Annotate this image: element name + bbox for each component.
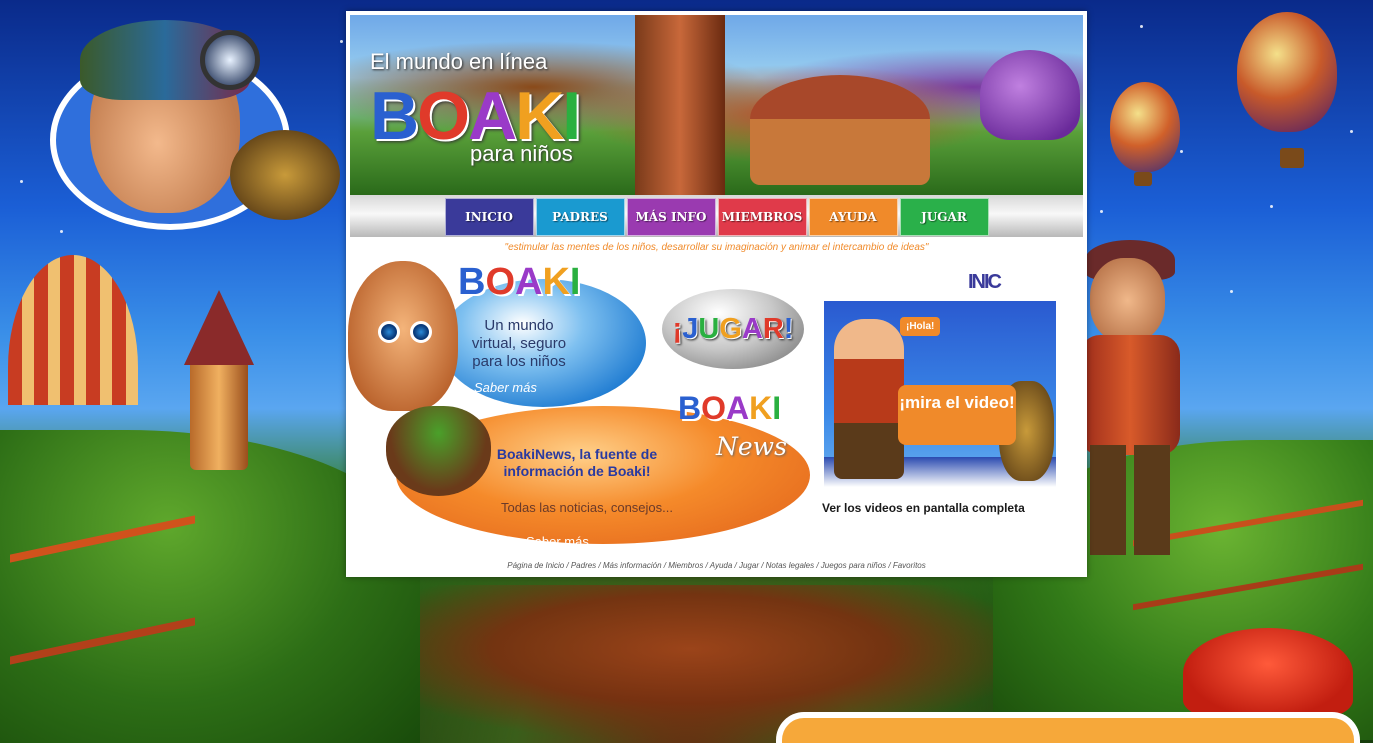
play-button[interactable]: ¡ J U G A R! [662,289,804,369]
fullscreen-videos-link[interactable]: Ver los videos en pantalla completa [822,501,1025,515]
play-letter: A [741,312,763,345]
virtual-world-card[interactable]: BOAKI Un mundo virtual, seguro para los … [348,261,648,411]
hot-air-balloon-large [1237,12,1337,132]
red-mushroom [1183,628,1353,718]
character-face [1090,258,1165,343]
hot-air-balloon-small [1110,82,1180,172]
tree-trunk [635,15,725,195]
inic-logo: INIC [968,271,1002,293]
banner-tagline: El mundo en línea [370,49,548,74]
balloon-basket [1134,172,1152,186]
play-letter: J [682,312,699,345]
character-portrait-top-left [50,20,340,230]
play-letter: U [698,312,720,345]
news-headline: BoakiNews, la fuente de información de B… [496,446,658,479]
virtual-world-description: Un mundo virtual, seguro para los niños [471,317,567,370]
treehouse-village [750,75,930,185]
nav-item-inicio[interactable]: INICIO [444,198,534,236]
character-body [1080,335,1180,455]
banner-subtitle: para niños [470,141,573,166]
play-letter: R [762,312,784,345]
floating-island [386,406,491,496]
news-subtext: Todas las noticias, consejos... [501,500,673,515]
play-letter: ¡ [672,312,683,345]
watch-video-button[interactable]: ¡mira el video! [898,385,1016,445]
boaki-logo-small: BOAKI [458,261,580,304]
saber-mas-link[interactable]: Saber más [474,380,537,395]
logo-letter-b: B [678,390,702,426]
mission-quote: "estimular las mentes de los niños, desa… [504,242,929,253]
video-thumbnail[interactable]: ¡Hola! ¡mira el video! [824,301,1056,487]
news-saber-mas-link[interactable]: Saber más... [526,534,600,549]
eye-icon [410,321,432,343]
main-navigation: INICIO PADRES MÁS INFO MIEMBROS AYUDA JU… [350,195,1083,237]
logo-letter-o: O [701,390,726,426]
orange-callout-box [776,712,1360,743]
castle-tower [184,290,254,470]
character-legs [1090,445,1170,555]
logo-letter-b: B [458,261,486,303]
nav-item-padres[interactable]: PADRES [535,198,625,236]
logo-letter-i: I [772,390,782,426]
logo-letter-k: K [542,261,570,303]
logo-letter-o: O [485,261,516,303]
boaki-news-card[interactable]: BOAKI News BoakiNews, la fuente de infor… [386,390,816,549]
balloon-basket [1280,148,1304,168]
striped-tent [8,255,138,405]
hola-badge: ¡Hola! [900,317,941,336]
nav-item-mas-info[interactable]: MÁS INFO [626,198,716,236]
video-character [834,319,904,479]
play-letter: G [719,312,742,345]
header-banner: El mundo en línea BOAKI para niños [350,15,1083,195]
boaki-news-logo: BOAKI [678,390,781,427]
logo-letter-b: B [370,78,419,154]
logo-letter-a: A [726,390,750,426]
logo-letter-o: O [417,78,470,154]
logo-letter-a: A [515,261,543,303]
nav-item-miembros[interactable]: MIEMBROS [717,198,807,236]
pet-creature [230,130,340,220]
footer-links[interactable]: Página de Inicio / Padres / Más informac… [346,561,1087,570]
logo-letter-k: K [749,390,773,426]
nav-item-jugar[interactable]: JUGAR [899,198,989,236]
news-word: News [716,432,787,461]
play-letter: ! [783,312,794,345]
logo-letter-i: I [569,261,581,303]
nav-item-ayuda[interactable]: AYUDA [808,198,898,236]
main-page-panel: El mundo en línea BOAKI para niños INICI… [346,11,1087,577]
eye-icon [378,321,400,343]
alien-character [348,261,458,411]
purple-mushroom [980,50,1080,140]
goggles-icon [200,30,260,90]
